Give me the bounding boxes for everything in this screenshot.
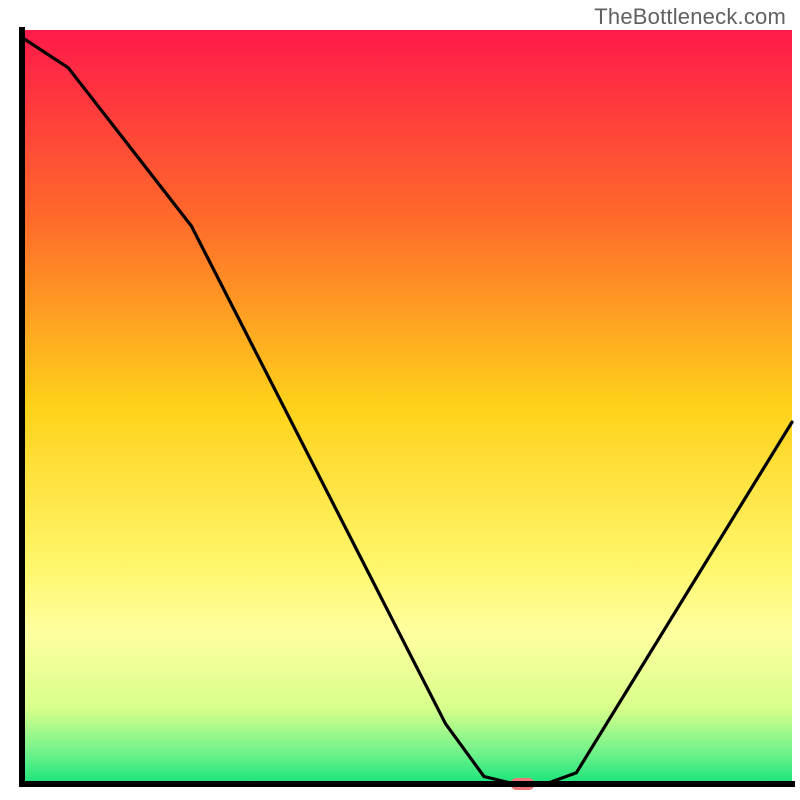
bottleneck-chart: TheBottleneck.com bbox=[0, 0, 800, 800]
plot-area bbox=[22, 30, 792, 784]
chart-svg bbox=[0, 0, 800, 800]
watermark-label: TheBottleneck.com bbox=[594, 4, 786, 30]
